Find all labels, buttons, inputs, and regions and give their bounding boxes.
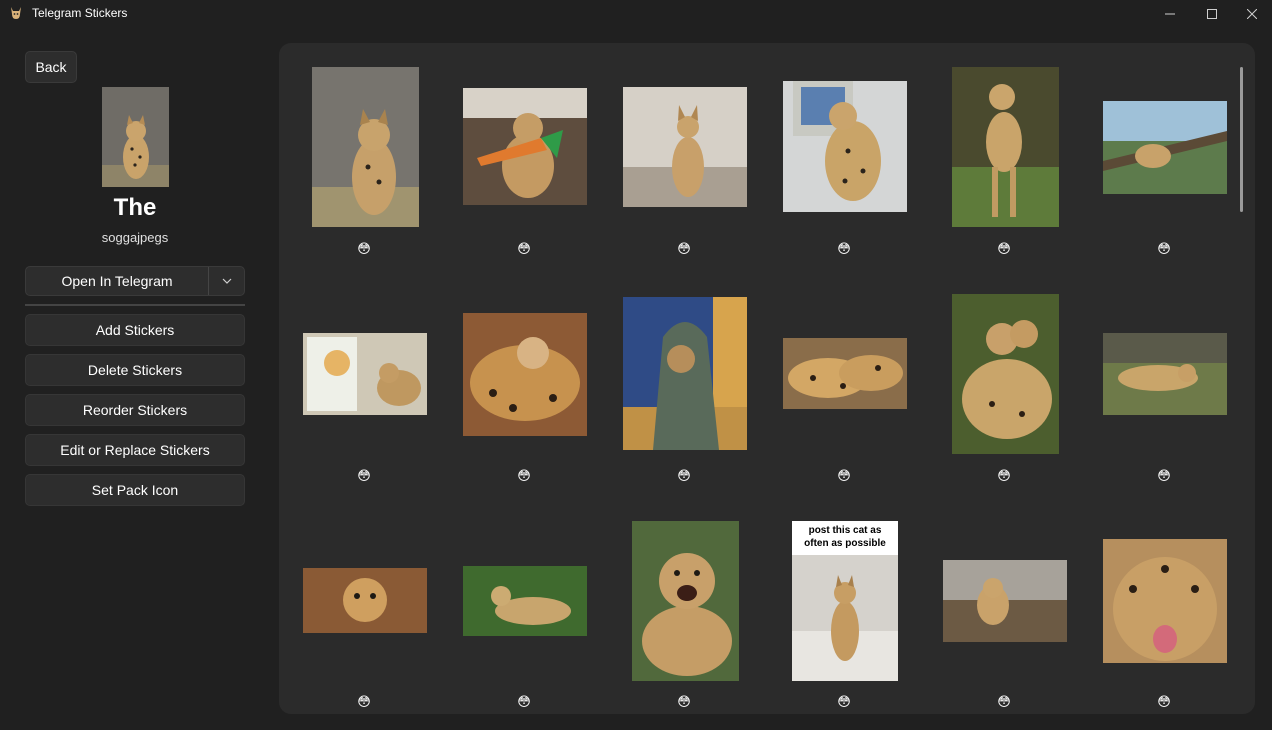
sticker-image[interactable]: post this cat as often as possible (792, 521, 898, 681)
sticker-emoji: 😳 (357, 468, 371, 483)
sticker-emoji: 😳 (997, 694, 1011, 709)
sticker-emoji: 😳 (997, 241, 1011, 256)
sticker-image[interactable] (1103, 333, 1227, 415)
open-in-telegram-button[interactable]: Open In Telegram (26, 267, 208, 295)
sticker-image[interactable] (632, 521, 739, 681)
sticker-emoji: 😳 (677, 694, 691, 709)
open-in-telegram-split-button: Open In Telegram (25, 266, 245, 296)
open-options-dropdown[interactable] (208, 267, 244, 295)
reorder-stickers-button[interactable]: Reorder Stickers (25, 394, 245, 426)
sticker-image[interactable] (1103, 539, 1227, 663)
sidebar-divider (25, 304, 245, 306)
add-stickers-button[interactable]: Add Stickers (25, 314, 245, 346)
minimize-button[interactable] (1150, 0, 1190, 27)
sticker-image[interactable] (303, 568, 427, 633)
delete-stickers-button[interactable]: Delete Stickers (25, 354, 245, 386)
back-button[interactable]: Back (25, 51, 77, 83)
set-pack-icon-button[interactable]: Set Pack Icon (25, 474, 245, 506)
meme-caption: post this cat as often as possible (804, 525, 886, 549)
sticker-emoji: 😳 (677, 468, 691, 483)
sticker-emoji: 😳 (357, 694, 371, 709)
sticker-image[interactable] (783, 338, 907, 409)
scrollbar[interactable] (1240, 67, 1243, 212)
pack-author: soggajpegs (101, 230, 169, 245)
sticker-emoji: 😳 (517, 468, 531, 483)
sticker-image[interactable] (783, 81, 907, 212)
sticker-emoji: 😳 (837, 694, 851, 709)
sticker-image[interactable] (952, 67, 1059, 227)
sticker-image[interactable] (943, 560, 1067, 642)
sticker-emoji: 😳 (1157, 694, 1171, 709)
sticker-emoji: 😳 (517, 694, 531, 709)
sticker-image[interactable] (623, 297, 747, 450)
sticker-emoji: 😳 (677, 241, 691, 256)
sticker-image[interactable] (952, 294, 1059, 454)
close-button[interactable] (1232, 0, 1272, 27)
sticker-image[interactable] (1103, 101, 1227, 194)
sticker-emoji: 😳 (517, 241, 531, 256)
pack-title: The (113, 194, 157, 221)
sticker-image[interactable] (623, 87, 747, 207)
sticker-emoji: 😳 (837, 241, 851, 256)
title-bar: Telegram Stickers (0, 0, 1272, 27)
sticker-image[interactable] (312, 67, 419, 227)
sticker-emoji: 😳 (357, 241, 371, 256)
sticker-image[interactable] (463, 88, 587, 205)
chevron-down-icon (222, 278, 232, 284)
pack-icon-image (102, 87, 169, 187)
sticker-emoji: 😳 (1157, 468, 1171, 483)
window-title: Telegram Stickers (32, 6, 128, 20)
sticker-emoji: 😳 (837, 468, 851, 483)
sticker-image[interactable] (303, 333, 427, 415)
sticker-emoji: 😳 (1157, 241, 1171, 256)
sticker-emoji: 😳 (997, 468, 1011, 483)
sticker-image[interactable] (463, 313, 587, 436)
maximize-button[interactable] (1192, 0, 1232, 27)
app-icon (8, 5, 24, 21)
edit-replace-stickers-button[interactable]: Edit or Replace Stickers (25, 434, 245, 466)
sticker-image[interactable] (463, 566, 587, 636)
